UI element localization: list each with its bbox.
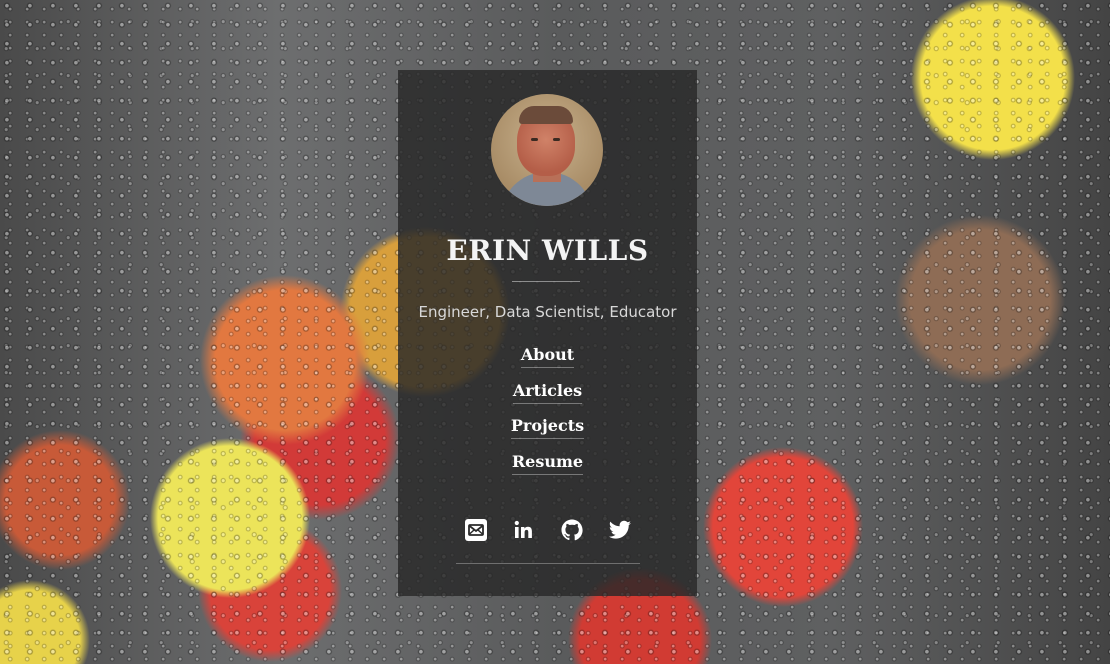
social-links — [398, 518, 697, 542]
nav-item-articles: Articles — [398, 381, 697, 417]
nav-item-resume: Resume — [398, 452, 697, 488]
linkedin-icon[interactable] — [512, 518, 536, 542]
avatar-left-eye — [531, 138, 538, 141]
nav-link-projects[interactable]: Projects — [510, 416, 585, 439]
profile-card: ERIN WILLS Engineer, Data Scientist, Edu… — [398, 70, 697, 596]
nav-link-articles[interactable]: Articles — [512, 381, 583, 404]
footer-divider — [456, 563, 640, 564]
nav-item-about: About — [398, 345, 697, 381]
nav-link-about[interactable]: About — [520, 345, 575, 368]
name-divider — [512, 281, 580, 282]
nav-item-projects: Projects — [398, 416, 697, 452]
profile-tagline: Engineer, Data Scientist, Educator — [418, 303, 677, 321]
twitter-icon[interactable] — [608, 518, 632, 542]
email-icon[interactable] — [464, 518, 488, 542]
main-nav: About Articles Projects Resume — [398, 345, 697, 487]
avatar-hair — [519, 106, 573, 124]
nav-link-resume[interactable]: Resume — [511, 452, 584, 475]
profile-name: ERIN WILLS — [446, 234, 649, 267]
github-icon[interactable] — [560, 518, 584, 542]
avatar-right-eye — [553, 138, 560, 141]
avatar — [491, 94, 603, 206]
